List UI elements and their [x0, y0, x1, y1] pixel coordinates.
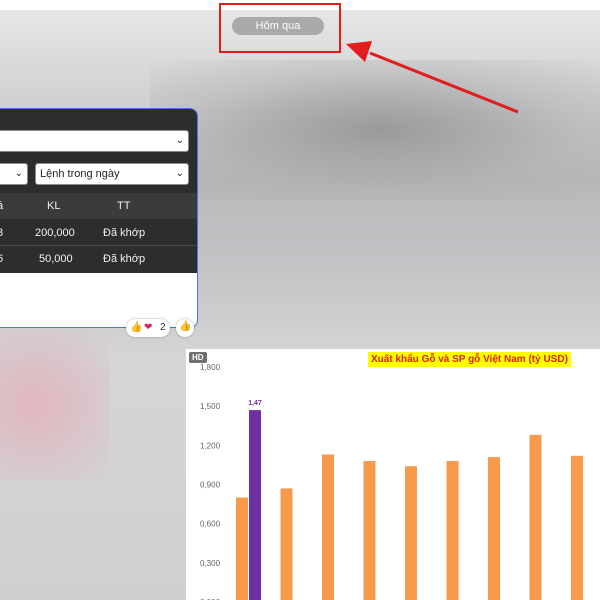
row-status: Đã khớp	[103, 253, 146, 265]
bar	[322, 454, 334, 600]
chevron-down-icon: ⌄	[175, 135, 184, 146]
heart-icon: ❤	[144, 322, 153, 333]
shared-chart-image[interactable]: HD Xuất khẩu Gỗ và SP gỗ Việt Nam (tỷ US…	[186, 349, 600, 600]
message-reactions[interactable]: 👍 ❤ 2	[126, 319, 170, 337]
blurred-background-accent	[0, 330, 110, 480]
order-type-select[interactable]: Lệnh trong ngày ⌄	[35, 163, 189, 185]
bar-data-label: 1,47	[248, 400, 262, 407]
bar	[236, 497, 248, 600]
bar	[446, 461, 459, 600]
bar	[405, 466, 417, 600]
column-header-price: á	[0, 200, 3, 212]
y-tick-label: 1,800	[200, 363, 221, 372]
column-header-status: TT	[117, 200, 131, 212]
chevron-down-icon: ⌄	[14, 168, 23, 179]
row-price: 6	[0, 253, 3, 265]
y-tick-label: 0,300	[200, 559, 221, 568]
column-header-volume: KL	[47, 200, 61, 212]
bar	[571, 455, 583, 600]
y-tick-label: 0,900	[200, 481, 221, 490]
y-tick-label: 0,600	[200, 520, 221, 529]
y-tick-label: 1,500	[200, 402, 221, 411]
thumbs-up-icon: 👍	[130, 322, 143, 333]
add-reaction-button[interactable]: 👍	[176, 319, 194, 337]
reaction-count: 2	[160, 322, 166, 333]
bar	[488, 457, 500, 600]
highlight-bar	[249, 410, 261, 600]
row-volume: 200,000	[35, 227, 75, 239]
order-panel-body: ⌄ ⌄ Lệnh trong ngày ⌄ á KL TT 3 200,000 …	[0, 109, 197, 273]
blurred-background	[150, 60, 600, 200]
orders-table-header: á KL TT	[0, 193, 197, 219]
account-select[interactable]: ⌄	[0, 130, 189, 152]
chevron-down-icon: ⌄	[175, 168, 184, 179]
bar	[280, 488, 293, 600]
y-tick-label: 1,200	[200, 441, 221, 450]
side-select[interactable]: ⌄	[0, 163, 28, 185]
row-volume: 50,000	[39, 253, 73, 265]
bar	[529, 434, 542, 600]
annotation-highlight-box	[219, 3, 341, 53]
row-price: 3	[0, 227, 3, 239]
row-divider	[0, 245, 197, 246]
order-book-panel: ⌄ ⌄ Lệnh trong ngày ⌄ á KL TT 3 200,000 …	[0, 108, 198, 328]
row-status: Đã khớp	[103, 227, 146, 239]
bar	[363, 461, 376, 600]
order-type-select-value: Lệnh trong ngày	[40, 168, 120, 180]
thumbs-up-icon: 👍	[179, 321, 192, 332]
bar-chart: 0,0000,3000,6000,9001,2001,5001,8001,47	[200, 363, 583, 600]
